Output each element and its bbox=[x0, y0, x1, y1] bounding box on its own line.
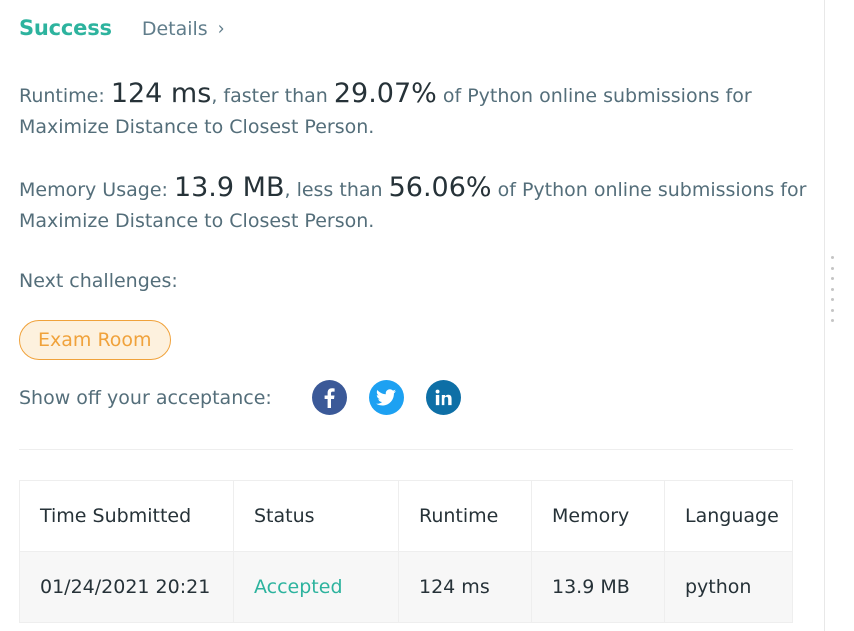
runtime-percent: 29.07% bbox=[333, 78, 437, 109]
column-header-status: Status bbox=[233, 480, 399, 552]
memory-label: Memory Usage: bbox=[19, 179, 174, 201]
facebook-icon[interactable] bbox=[311, 380, 347, 415]
result-header: Success Details › bbox=[19, 16, 225, 40]
details-label: Details bbox=[141, 18, 208, 40]
handle-dot bbox=[830, 308, 834, 312]
runtime-stat: Runtime: 124 ms, faster than 29.07% of P… bbox=[19, 78, 809, 143]
table-header-row: Time Submitted Status Runtime Memory Lan… bbox=[19, 480, 793, 552]
table-row: 01/24/2021 20:21 Accepted 124 ms 13.9 MB… bbox=[19, 551, 793, 623]
handle-dot bbox=[830, 256, 834, 259]
linkedin-icon[interactable] bbox=[425, 380, 461, 415]
submissions-table: Time Submitted Status Runtime Memory Lan… bbox=[19, 480, 793, 623]
chevron-right-icon: › bbox=[217, 18, 225, 40]
handle-dot bbox=[830, 287, 834, 291]
column-header-runtime: Runtime bbox=[398, 480, 532, 552]
divider bbox=[19, 449, 793, 450]
next-challenges-label: Next challenges: bbox=[19, 270, 178, 292]
memory-value: 13.9 MB bbox=[173, 172, 285, 203]
share-row: Show off your acceptance: bbox=[19, 380, 461, 415]
cell-memory: 13.9 MB bbox=[531, 551, 665, 623]
details-link[interactable]: Details › bbox=[142, 18, 225, 40]
runtime-value: 124 ms bbox=[110, 78, 212, 109]
facebook-glyph bbox=[324, 387, 335, 408]
column-header-language: Language bbox=[664, 480, 793, 552]
cell-status-accepted[interactable]: Accepted bbox=[233, 551, 399, 623]
handle-dot bbox=[830, 277, 834, 280]
challenge-chip-exam-room[interactable]: Exam Room bbox=[19, 320, 171, 360]
column-header-memory: Memory bbox=[531, 480, 665, 552]
twitter-icon[interactable] bbox=[368, 380, 404, 415]
resize-handle[interactable] bbox=[829, 256, 835, 322]
memory-percent: 56.06% bbox=[388, 172, 492, 203]
runtime-mid: , faster than bbox=[211, 85, 334, 107]
submission-result-panel: Success Details › Runtime: 124 ms, faste… bbox=[0, 0, 825, 631]
handle-dot bbox=[830, 319, 834, 322]
cell-language: python bbox=[664, 551, 793, 623]
handle-dot bbox=[830, 266, 834, 270]
success-status: Success bbox=[19, 16, 112, 40]
runtime-label: Runtime: bbox=[19, 85, 111, 107]
twitter-glyph bbox=[376, 389, 397, 406]
share-label: Show off your acceptance: bbox=[19, 386, 272, 409]
column-header-time-submitted: Time Submitted bbox=[19, 480, 234, 552]
cell-time-submitted: 01/24/2021 20:21 bbox=[19, 551, 234, 623]
cell-runtime: 124 ms bbox=[398, 551, 532, 623]
memory-mid: , less than bbox=[284, 179, 389, 201]
linkedin-glyph bbox=[435, 389, 452, 406]
handle-dot bbox=[830, 298, 834, 301]
memory-stat: Memory Usage: 13.9 MB, less than 56.06% … bbox=[19, 172, 809, 237]
